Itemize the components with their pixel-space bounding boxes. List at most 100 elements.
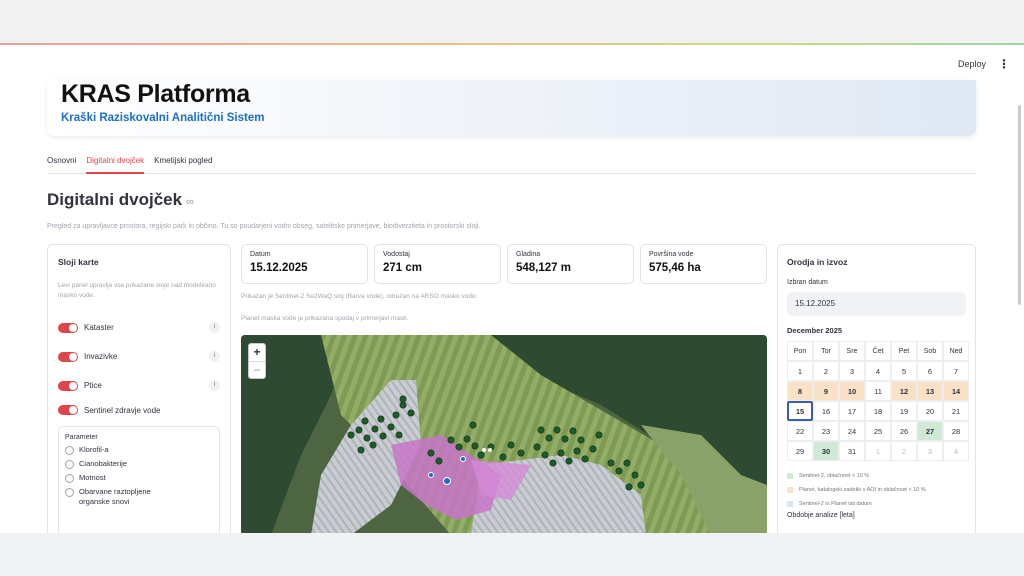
radio-option-cdom[interactable]: Obarvane raztopljene organske snovi [65, 487, 213, 507]
calendar-day[interactable]: 10 [839, 381, 865, 401]
calendar-day[interactable]: 18 [865, 401, 891, 421]
radio-button[interactable] [65, 474, 74, 483]
calendar-day[interactable]: 16 [813, 401, 839, 421]
radio-button[interactable] [65, 488, 74, 497]
calendar-day[interactable]: 22 [787, 421, 813, 441]
zoom-out-button[interactable]: − [249, 361, 265, 378]
calendar-day[interactable]: 11 [865, 381, 891, 401]
calendar-day[interactable]: 25 [865, 421, 891, 441]
radio-button[interactable] [65, 460, 74, 469]
calendar-day[interactable]: 3 [917, 441, 943, 461]
page-title-row: Digitalni dvojček ∞ [47, 190, 194, 210]
layers-panel-title: Sloji karte [58, 257, 99, 267]
radio-option-cianobakterije[interactable]: Cianobakterije [65, 459, 213, 469]
satellite-map[interactable]: + − [241, 335, 767, 533]
map-imagery [241, 335, 767, 533]
zoom-control: + − [248, 343, 266, 379]
kebab-menu-icon[interactable]: ⋮ [998, 58, 1010, 70]
legend-item: Planet, katalogski zadetki v AOI in obla… [787, 483, 966, 497]
metric-label: Datum [250, 251, 271, 258]
info-icon[interactable]: i [209, 351, 220, 362]
toggle-switch[interactable] [58, 405, 78, 415]
calendar-day[interactable]: 29 [787, 441, 813, 461]
calendar-day[interactable]: 30 [813, 441, 839, 461]
metric-value: 548,127 m [516, 262, 571, 274]
calendar-day[interactable]: 13 [917, 381, 943, 401]
calendar-day[interactable]: 21 [943, 401, 969, 421]
weekday-header: Pet [891, 341, 917, 361]
calendar-day[interactable]: 7 [943, 361, 969, 381]
calendar-grid: Pon Tor Sre Čet Pet Sob Ned 1 2 3 4 5 6 7 8 9 10 11 12 13 14… [787, 341, 969, 461]
layer-toggle-kataster[interactable]: Kataster i [58, 313, 220, 342]
scrollbar[interactable] [1018, 105, 1021, 305]
radio-option-klorofil[interactable]: Klorofil-a [65, 445, 213, 455]
weekday-header: Čet [865, 341, 891, 361]
toggle-switch[interactable] [58, 380, 78, 391]
radio-button[interactable] [65, 446, 74, 455]
legend-swatch [787, 501, 793, 507]
calendar-day[interactable]: 3 [839, 361, 865, 381]
metric-vodostaj: Vodostaj 271 cm [374, 244, 501, 284]
metric-label: Vodostaj [383, 251, 410, 258]
calendar-day[interactable]: 2 [891, 441, 917, 461]
parameter-radio-group: Parameter Klorofil-a Cianobakterije Motn… [58, 426, 220, 533]
calendar-day[interactable]: 9 [813, 381, 839, 401]
legend-swatch [787, 487, 793, 493]
calendar-day[interactable]: 12 [891, 381, 917, 401]
bottom-band [0, 533, 1024, 576]
calendar-day[interactable]: 24 [839, 421, 865, 441]
zoom-in-button[interactable]: + [249, 344, 265, 361]
calendar-day[interactable]: 4 [943, 441, 969, 461]
tab-osnovni[interactable]: Osnovni [47, 153, 76, 174]
deploy-button[interactable]: Deploy [958, 59, 986, 69]
layer-label: Sentinel zdravje vode [84, 405, 161, 415]
info-icon[interactable]: i [209, 322, 220, 333]
info-icon[interactable]: i [209, 380, 220, 391]
calendar-day[interactable]: 1 [865, 441, 891, 461]
calendar-day[interactable]: 19 [891, 401, 917, 421]
calendar-day[interactable]: 20 [917, 401, 943, 421]
weekday-header: Tor [813, 341, 839, 361]
metric-label: Gladina [516, 251, 541, 258]
tab-kmetijski-pogled[interactable]: Kmetijski pogled [154, 153, 212, 174]
browser-top-band [0, 0, 1024, 44]
calendar-day[interactable]: 14 [943, 381, 969, 401]
page-title: Digitalni dvojček [47, 190, 183, 209]
radio-option-motnost[interactable]: Motnost [65, 473, 213, 483]
legend-label: Sentinel-2, oblačnost < 10 % [799, 473, 870, 479]
legend-swatch [787, 473, 793, 479]
calendar-day[interactable]: 1 [787, 361, 813, 381]
calendar-day[interactable]: 6 [917, 361, 943, 381]
calendar-day[interactable]: 31 [839, 441, 865, 461]
layer-toggles: Kataster i Invazivke i Ptice i Sentinel … [58, 313, 220, 420]
calendar-month-title: December 2025 [787, 326, 843, 335]
layer-toggle-ptice[interactable]: Ptice i [58, 371, 220, 400]
calendar-day[interactable]: 28 [943, 421, 969, 441]
weekday-header: Sob [917, 341, 943, 361]
calendar-day[interactable]: 5 [891, 361, 917, 381]
date-label: Izbran datum [787, 279, 828, 286]
metric-povrsina-vode: Površina vode 575,46 ha [640, 244, 767, 284]
calendar-day[interactable]: 23 [813, 421, 839, 441]
calendar-day[interactable]: 15 [787, 401, 813, 421]
toggle-switch[interactable] [58, 351, 78, 362]
calendar-day[interactable]: 27 [917, 421, 943, 441]
metric-gladina: Gladina 548,127 m [507, 244, 634, 284]
parameter-title: Parameter [65, 434, 98, 441]
date-input[interactable]: 15.12.2025 [787, 292, 966, 316]
anchor-link-icon[interactable]: ∞ [186, 196, 194, 208]
calendar-day[interactable]: 4 [865, 361, 891, 381]
layer-label: Kataster [84, 323, 114, 332]
legend-item: Sentinel-2, oblačnost < 10 % [787, 469, 966, 483]
tab-digitalni-dvojcek[interactable]: Digitalni dvojček [86, 153, 145, 174]
toggle-switch[interactable] [58, 322, 78, 333]
metric-value: 575,46 ha [649, 262, 701, 274]
metric-value: 271 cm [383, 262, 423, 274]
calendar-day[interactable]: 2 [813, 361, 839, 381]
layer-toggle-invazivke[interactable]: Invazivke i [58, 342, 220, 371]
calendar-day[interactable]: 26 [891, 421, 917, 441]
layer-toggle-sentinel[interactable]: Sentinel zdravje vode [58, 400, 220, 420]
calendar-day[interactable]: 17 [839, 401, 865, 421]
layer-label: Invazivke [84, 352, 118, 361]
calendar-day[interactable]: 8 [787, 381, 813, 401]
